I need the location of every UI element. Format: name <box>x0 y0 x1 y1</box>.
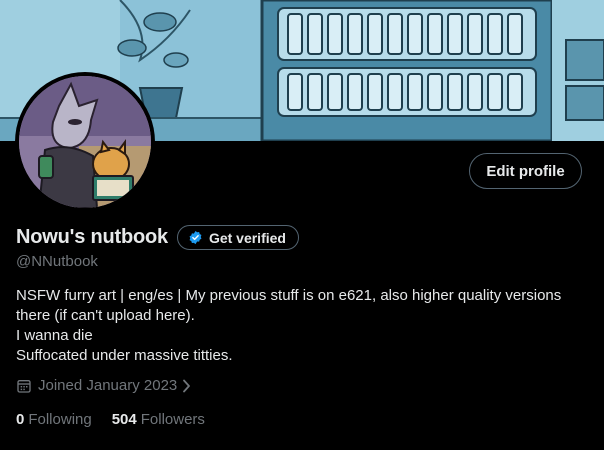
followers-count: 504 <box>111 411 137 428</box>
follow-stats: 0 Following 504 Followers <box>16 411 225 428</box>
followers-label: Followers <box>140 411 205 428</box>
bio-line: NSFW furry art | eng/es | My previous st… <box>16 287 562 304</box>
following-label: Following <box>28 411 92 428</box>
avatar[interactable] <box>15 72 155 212</box>
bio-line: Suffocated under massive titties. <box>16 347 233 364</box>
get-verified-label: Get verified <box>208 229 286 246</box>
joined-label: Joined January 2023 <box>38 377 178 394</box>
user-handle: @NNutbook <box>16 253 98 270</box>
edit-profile-button[interactable]: Edit profile <box>469 153 582 189</box>
display-name: Nowu's nutbook <box>16 226 168 248</box>
name-row: Nowu's nutbook Get verified <box>16 225 299 250</box>
profile-bio: NSFW furry art | eng/es | My previous st… <box>16 286 586 366</box>
calendar-icon <box>17 379 31 393</box>
following-count: 0 <box>16 411 25 428</box>
following-link[interactable]: 0 Following <box>16 411 92 428</box>
verified-badge-icon <box>189 230 202 245</box>
chevron-right-icon <box>183 379 191 392</box>
bio-line: I wanna die <box>16 327 93 344</box>
followers-link[interactable]: 504 Followers <box>112 411 205 428</box>
get-verified-button[interactable]: Get verified <box>176 225 299 250</box>
bio-line: there (if can't upload here). <box>16 307 195 324</box>
joined-date[interactable]: Joined January 2023 <box>16 377 191 394</box>
